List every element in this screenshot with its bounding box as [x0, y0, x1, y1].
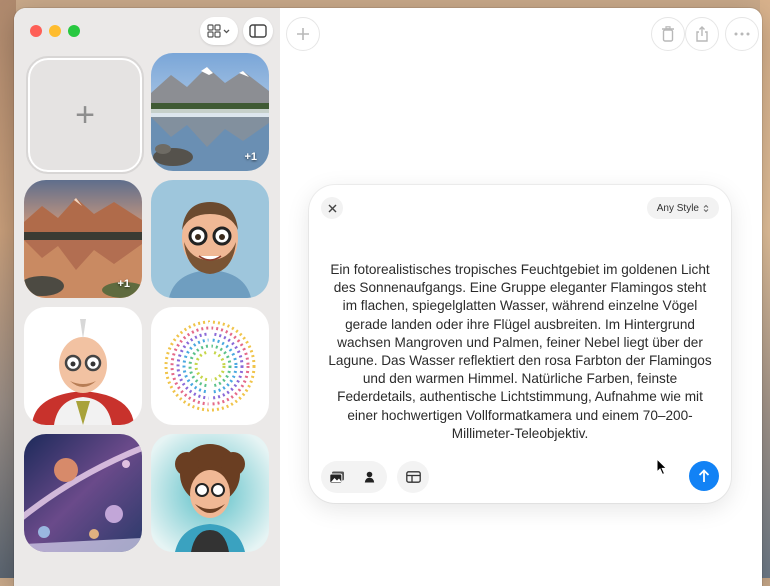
grid-view-icon: [207, 24, 230, 38]
trash-icon: [662, 26, 674, 42]
window-minimize-button[interactable]: [49, 25, 61, 37]
share-icon: [696, 26, 708, 42]
close-icon: [328, 204, 336, 212]
scientist-cartoon-image: [24, 307, 142, 425]
person-icon: [364, 471, 374, 483]
chevron-up-down-icon: [703, 204, 709, 212]
ellipsis-icon: [734, 32, 750, 36]
variant-count-badge: +1: [244, 151, 257, 163]
curly-hair-man-avatar-image: [151, 434, 269, 552]
style-selector[interactable]: Any Style: [646, 197, 719, 219]
gallery-item-bearded-man[interactable]: [151, 180, 269, 298]
layout-icon: [405, 471, 421, 483]
new-image-tile[interactable]: +: [26, 56, 144, 174]
app-window: + +1 +1 Any Style Ein fotorealistisches …: [14, 8, 762, 586]
gallery-item-mountain-lake[interactable]: +1: [151, 53, 269, 171]
prompt-composer-card: Any Style Ein fotorealistisches tropisch…: [309, 185, 731, 503]
share-button[interactable]: [685, 17, 719, 51]
layout-group: [397, 461, 429, 493]
photo-icon: [329, 471, 344, 483]
close-composer-button[interactable]: [321, 197, 343, 219]
arrow-up-icon: [698, 469, 710, 482]
add-image-button[interactable]: [321, 461, 353, 493]
style-label: Any Style: [656, 202, 699, 214]
input-source-group: [321, 461, 387, 493]
window-zoom-button[interactable]: [68, 25, 80, 37]
sidebar-toggle-button[interactable]: [243, 17, 273, 45]
rainbow-brain-image: [151, 307, 269, 425]
view-mode-button[interactable]: [200, 17, 238, 45]
gallery-item-space-planets[interactable]: [24, 434, 142, 552]
gallery-item-scientist[interactable]: [24, 307, 142, 425]
more-button[interactable]: [725, 17, 759, 51]
space-planets-image: [24, 434, 142, 552]
gallery-item-rainbow-brain[interactable]: [151, 307, 269, 425]
window-close-button[interactable]: [30, 25, 42, 37]
delete-button[interactable]: [651, 17, 685, 51]
add-button[interactable]: [286, 17, 320, 51]
variant-count-badge: +1: [117, 278, 130, 290]
gallery-item-sunset-lake[interactable]: +1: [24, 180, 142, 298]
layout-button[interactable]: [397, 461, 429, 493]
add-person-button[interactable]: [353, 461, 385, 493]
bearded-man-avatar-image: [151, 180, 269, 298]
generate-button[interactable]: [689, 461, 719, 491]
gallery-item-curly-hair-man[interactable]: [151, 434, 269, 552]
mouse-pointer-icon: [656, 458, 668, 476]
prompt-text[interactable]: Ein fotorealistisches tropisches Feuchtg…: [327, 261, 713, 443]
sidebar-toggle-icon: [249, 24, 267, 38]
plus-icon: [297, 28, 309, 40]
plus-icon: +: [75, 95, 95, 134]
gallery-sidebar: + +1 +1: [14, 8, 280, 586]
